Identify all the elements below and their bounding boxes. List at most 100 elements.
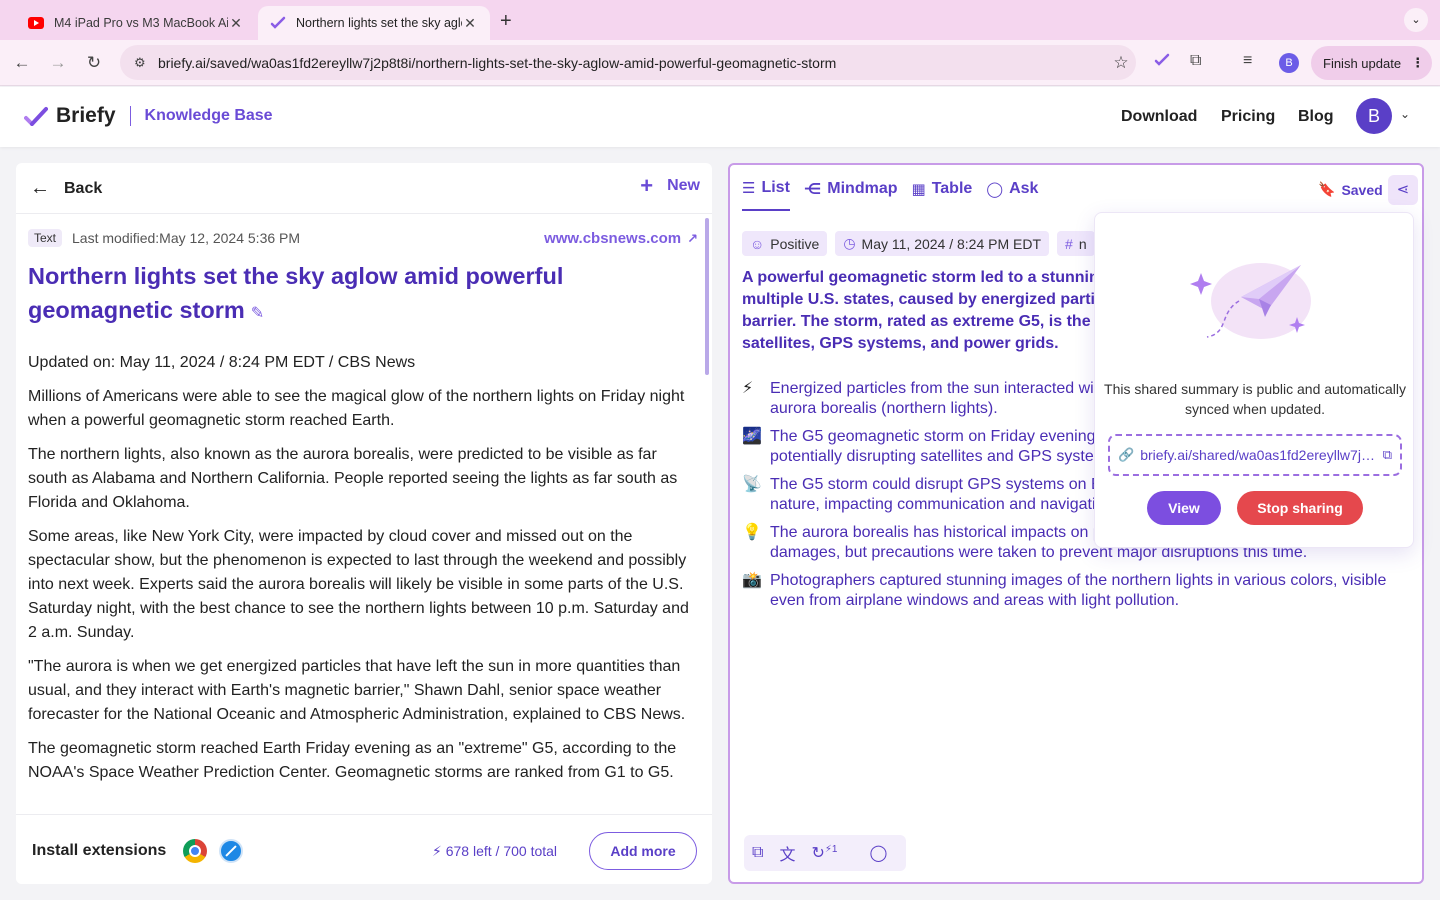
updated-line: Updated on: May 11, 2024 / 8:24 PM EDT /… (28, 354, 416, 371)
smile-icon: ☺ (750, 235, 765, 252)
summary-tags: ☺ Positive ◷ May 11, 2024 / 8:24 PM EDT # n (742, 231, 1103, 256)
article-title-text: Northern lights set the sky aglow amid p… (28, 263, 564, 323)
share-icon[interactable]: ⋖ (1388, 175, 1418, 205)
source-link[interactable]: www.cbsnews.com ↗ (544, 230, 698, 247)
regenerate-cost: 1 (831, 843, 838, 855)
lightbulb-emoji-icon: 💡 (742, 524, 762, 541)
source-label: www.cbsnews.com (544, 229, 682, 247)
browser-profile-avatar[interactable]: B (1279, 53, 1299, 73)
stop-sharing-button[interactable]: Stop sharing (1237, 491, 1363, 525)
table-icon: ▦ (911, 181, 926, 198)
key-point-text: Photographers captured stunning images o… (770, 572, 1387, 609)
list-item: 📸 Photographers captured stunning images… (742, 571, 1402, 611)
youtube-icon (28, 15, 44, 31)
add-more-button[interactable]: Add more (589, 832, 697, 870)
knowledge-base-link[interactable]: Knowledge Base (145, 107, 273, 125)
article-panel-header: ← Back + New (16, 163, 712, 214)
comment-icon[interactable]: ◯ (869, 843, 887, 863)
link-icon: 🔗 (1118, 447, 1135, 462)
tab-label: Table (931, 180, 973, 197)
share-link-text[interactable]: briefy.ai/shared/wa0as1fd2ereyllw7j2p8t8… (1140, 447, 1377, 463)
tab-ask[interactable]: ◯ Ask (986, 179, 1038, 211)
article-title: Northern lights set the sky aglow amid p… (28, 259, 648, 331)
back-button[interactable]: ← Back (30, 177, 102, 200)
tab-label: List (761, 179, 790, 196)
list-icon: ☰ (742, 180, 756, 197)
clock-icon: ◷ (843, 235, 856, 251)
new-button[interactable]: + New (640, 175, 700, 197)
edit-pen-icon[interactable]: ✎ (251, 305, 264, 322)
browser-tab-bar: M4 iPad Pro vs M3 MacBook Air ✕ Northern… (0, 0, 1440, 40)
new-label: New (667, 177, 700, 194)
article-meta: Text Last modified:May 12, 2024 5:36 PM … (28, 229, 698, 247)
sentiment-tag: ☺ Positive (742, 231, 828, 256)
browser-tab-youtube[interactable]: M4 iPad Pro vs M3 MacBook Air ✕ (16, 6, 256, 40)
briefy-favicon-icon (270, 15, 286, 31)
briefy-extension-icon[interactable] (1154, 52, 1170, 73)
safari-icon[interactable] (219, 839, 243, 863)
brand-name: Briefy (56, 104, 116, 127)
hash-icon: # (1065, 235, 1073, 252)
article-panel: ← Back + New Text Last modified:May 12, … (16, 163, 712, 884)
lightning-emoji-icon: ⚡ (742, 380, 754, 397)
media-control-icon[interactable]: ≡ (1243, 52, 1252, 70)
paragraph: "The aurora is when we get energized par… (28, 658, 686, 723)
saved-label: Saved (1341, 181, 1383, 198)
copy-icon[interactable]: ⧉ (752, 844, 763, 862)
paragraph: Millions of Americans were able to see t… (28, 388, 685, 429)
paper-plane-illustration-icon (1190, 263, 1311, 339)
chrome-icon[interactable] (183, 839, 207, 863)
last-modified: Last modified:May 12, 2024 5:36 PM (72, 230, 301, 246)
chevron-down-icon[interactable]: ⌄ (1400, 107, 1410, 121)
summary-action-bar: ⧉ 文 ↻⚡1 ◯ (744, 835, 906, 871)
paragraph: The northern lights, also known as the a… (28, 446, 678, 511)
tab-table[interactable]: ▦ Table (912, 179, 973, 211)
paragraph: Some areas, like New York City, were imp… (28, 528, 689, 641)
app-header: Briefy Knowledge Base Download Pricing B… (0, 87, 1440, 147)
camera-emoji-icon: 📸 (742, 572, 762, 589)
close-tab-icon[interactable]: ✕ (228, 15, 244, 32)
copy-icon[interactable]: ⧉ (1383, 447, 1392, 463)
forward-arrow-icon[interactable]: → (46, 51, 70, 75)
tab-label: Ask (1009, 180, 1039, 197)
url-text[interactable]: briefy.ai/saved/wa0as1fd2ereyllw7j2p8t8i… (158, 55, 1106, 71)
external-link-icon: ↗ (687, 230, 698, 246)
logo[interactable]: Briefy Knowledge Base (24, 104, 273, 128)
tag-label: May 11, 2024 / 8:24 PM EDT (861, 235, 1042, 252)
nav-download[interactable]: Download (1121, 108, 1197, 126)
extensions-puzzle-icon[interactable]: ⧉ (1190, 52, 1201, 70)
browser-toolbar: ← → ↻ ⚙ briefy.ai/saved/wa0as1fd2ereyllw… (0, 40, 1440, 86)
view-button[interactable]: View (1147, 491, 1221, 525)
tab-mindmap[interactable]: ⋲ Mindmap (804, 179, 898, 211)
article-scrollbar[interactable] (705, 218, 709, 375)
new-tab-icon[interactable]: + (500, 10, 512, 33)
chat-bubble-icon: ◯ (986, 181, 1004, 198)
arrow-left-icon: ← (30, 177, 50, 199)
credits-text: 678 left / 700 total (445, 843, 558, 859)
finish-update-label: Finish update (1323, 55, 1402, 71)
share-link-box[interactable]: 🔗 briefy.ai/shared/wa0as1fd2ereyllw7j2p8… (1108, 434, 1402, 476)
lightning-icon: ⚡ (432, 843, 442, 859)
topic-tag[interactable]: # n (1057, 231, 1095, 256)
translate-icon[interactable]: 文 (779, 841, 795, 865)
saved-indicator[interactable]: 🔖 Saved (1318, 181, 1383, 198)
finish-update-button[interactable]: Finish update ⋮ (1311, 46, 1432, 80)
user-avatar[interactable]: B (1356, 98, 1392, 134)
article-footer: Install extensions ⚡ 678 left / 700 tota… (16, 814, 712, 884)
back-arrow-icon[interactable]: ← (10, 51, 34, 75)
close-tab-icon[interactable]: ✕ (462, 15, 478, 32)
nav-pricing[interactable]: Pricing (1221, 108, 1275, 126)
credits-counter: ⚡ 678 left / 700 total (432, 843, 557, 860)
bookmark-star-icon[interactable]: ☆ (1106, 53, 1136, 73)
address-bar[interactable]: ⚙ briefy.ai/saved/wa0as1fd2ereyllw7j2p8t… (120, 45, 1136, 80)
tab-search-icon[interactable]: ⌄ (1404, 8, 1428, 32)
site-info-icon[interactable]: ⚙ (134, 55, 152, 71)
summary-tabs: ☰ List ⋲ Mindmap ▦ Table ◯ Ask (742, 179, 1052, 211)
regenerate-icon[interactable]: ↻⚡1 (811, 843, 853, 863)
tab-list[interactable]: ☰ List (742, 179, 790, 211)
install-extensions-label: Install extensions (32, 842, 167, 859)
nav-blog[interactable]: Blog (1298, 108, 1334, 126)
browser-tab-active[interactable]: Northern lights set the sky aglow ✕ (258, 6, 490, 40)
reload-icon[interactable]: ↻ (82, 51, 106, 75)
briefy-logo-icon (24, 107, 48, 126)
